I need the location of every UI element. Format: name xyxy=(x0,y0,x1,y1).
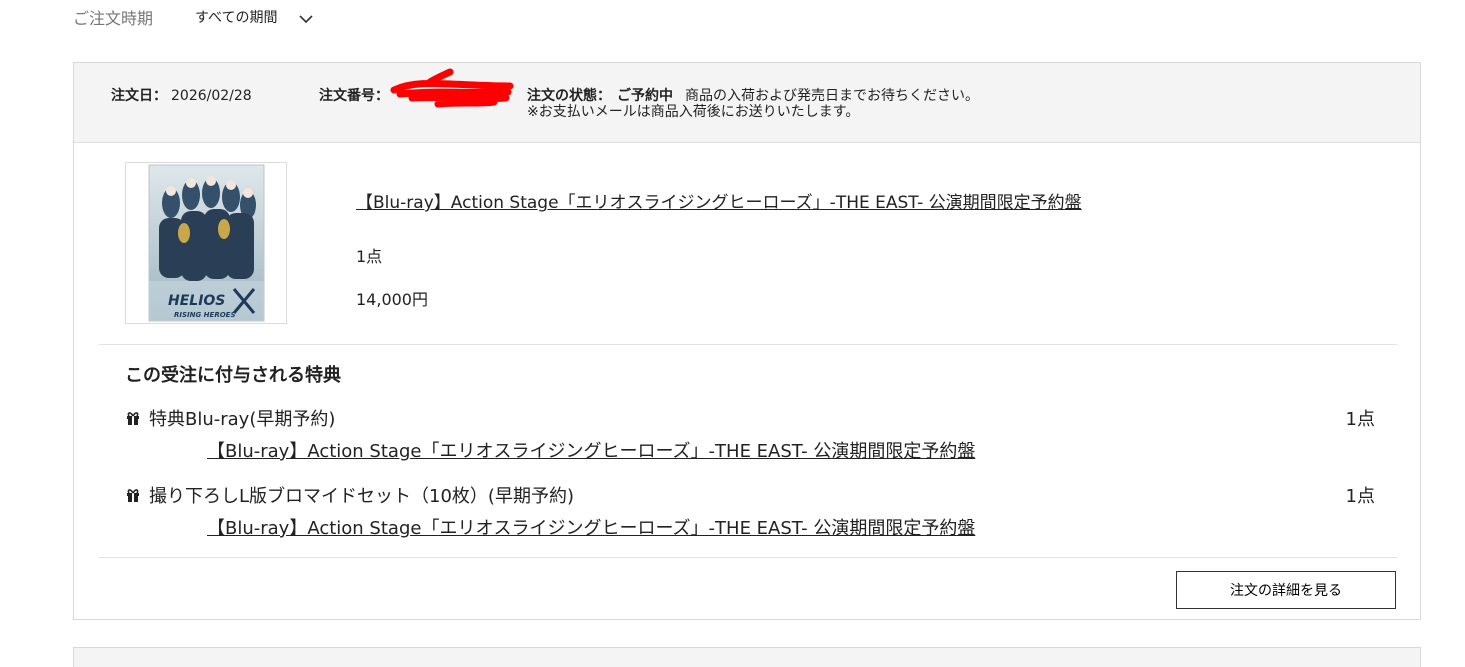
svg-text:RISING HEROES: RISING HEROES xyxy=(174,311,236,319)
bonus-item: 特典Blu-ray(早期予約) 1点 【Blu-ray】Action Stage… xyxy=(125,405,1375,462)
gift-icon xyxy=(125,410,141,426)
period-select[interactable]: すべての期間 xyxy=(195,7,314,27)
bonus-product-link[interactable]: 【Blu-ray】Action Stage「エリオスライジングヒーローズ」-TH… xyxy=(207,437,975,463)
product-title-link[interactable]: 【Blu-ray】Action Stage「エリオスライジングヒーローズ」-TH… xyxy=(356,188,1082,213)
bonus-product-link[interactable]: 【Blu-ray】Action Stage「エリオスライジングヒーローズ」-TH… xyxy=(207,514,975,540)
divider xyxy=(99,557,1397,558)
bonus-item: 撮り下ろしL版ブロマイドセット（10枚）(早期予約) 1点 【Blu-ray】A… xyxy=(125,482,1375,539)
order-status-note: ※お支払いメールは商品入荷後にお送りいたします。 xyxy=(527,104,860,120)
order-date: 注文日： 2026/02/28 xyxy=(111,85,252,105)
bonus-quantity: 1点 xyxy=(1345,409,1375,430)
bonus-name-row: 撮り下ろしL版ブロマイドセット（10枚）(早期予約) xyxy=(125,482,1375,508)
order-card: 注文日： 2026/02/28 注文番号： 注文の状態： ご予約中 商品の入荷および発… xyxy=(73,62,1421,620)
order-date-label: 注文日： xyxy=(111,88,167,104)
gift-icon xyxy=(125,487,141,503)
bonus-name-row: 特典Blu-ray(早期予約) xyxy=(125,405,1375,431)
chevron-down-icon xyxy=(299,12,314,24)
product-price: 14,000円 xyxy=(356,290,428,309)
redaction-mark xyxy=(390,68,514,108)
bonus-name: 特典Blu-ray(早期予約) xyxy=(149,409,336,430)
order-number: 注文番号： xyxy=(319,85,389,105)
order-history-page: ご注文時期 すべての期間 注文日： 2026/02/28 注文番号： 注文の状態：… xyxy=(0,0,1465,667)
product-image[interactable]: HELIOS RISING HEROES xyxy=(125,162,287,324)
order-date-value: 2026/02/28 xyxy=(171,88,252,104)
svg-text:HELIOS: HELIOS xyxy=(168,293,225,309)
bonus-name: 撮り下ろしL版ブロマイドセット（10枚）(早期予約) xyxy=(149,486,574,507)
next-order-card xyxy=(73,647,1421,667)
bonus-quantity: 1点 xyxy=(1345,486,1375,507)
order-number-label: 注文番号： xyxy=(319,88,389,104)
divider xyxy=(99,344,1397,345)
period-select-value: すべての期間 xyxy=(195,10,278,26)
order-period-filter: ご注文時期 すべての期間 xyxy=(73,6,314,28)
order-header: 注文日： 2026/02/28 注文番号： 注文の状態： ご予約中 商品の入荷および発… xyxy=(74,63,1420,143)
product-quantity: 1点 xyxy=(356,247,383,266)
bonus-heading: この受注に付与される特典 xyxy=(125,365,341,386)
view-order-details-button[interactable]: 注文の詳細を見る xyxy=(1176,571,1396,609)
filter-label: ご注文時期 xyxy=(73,9,154,28)
